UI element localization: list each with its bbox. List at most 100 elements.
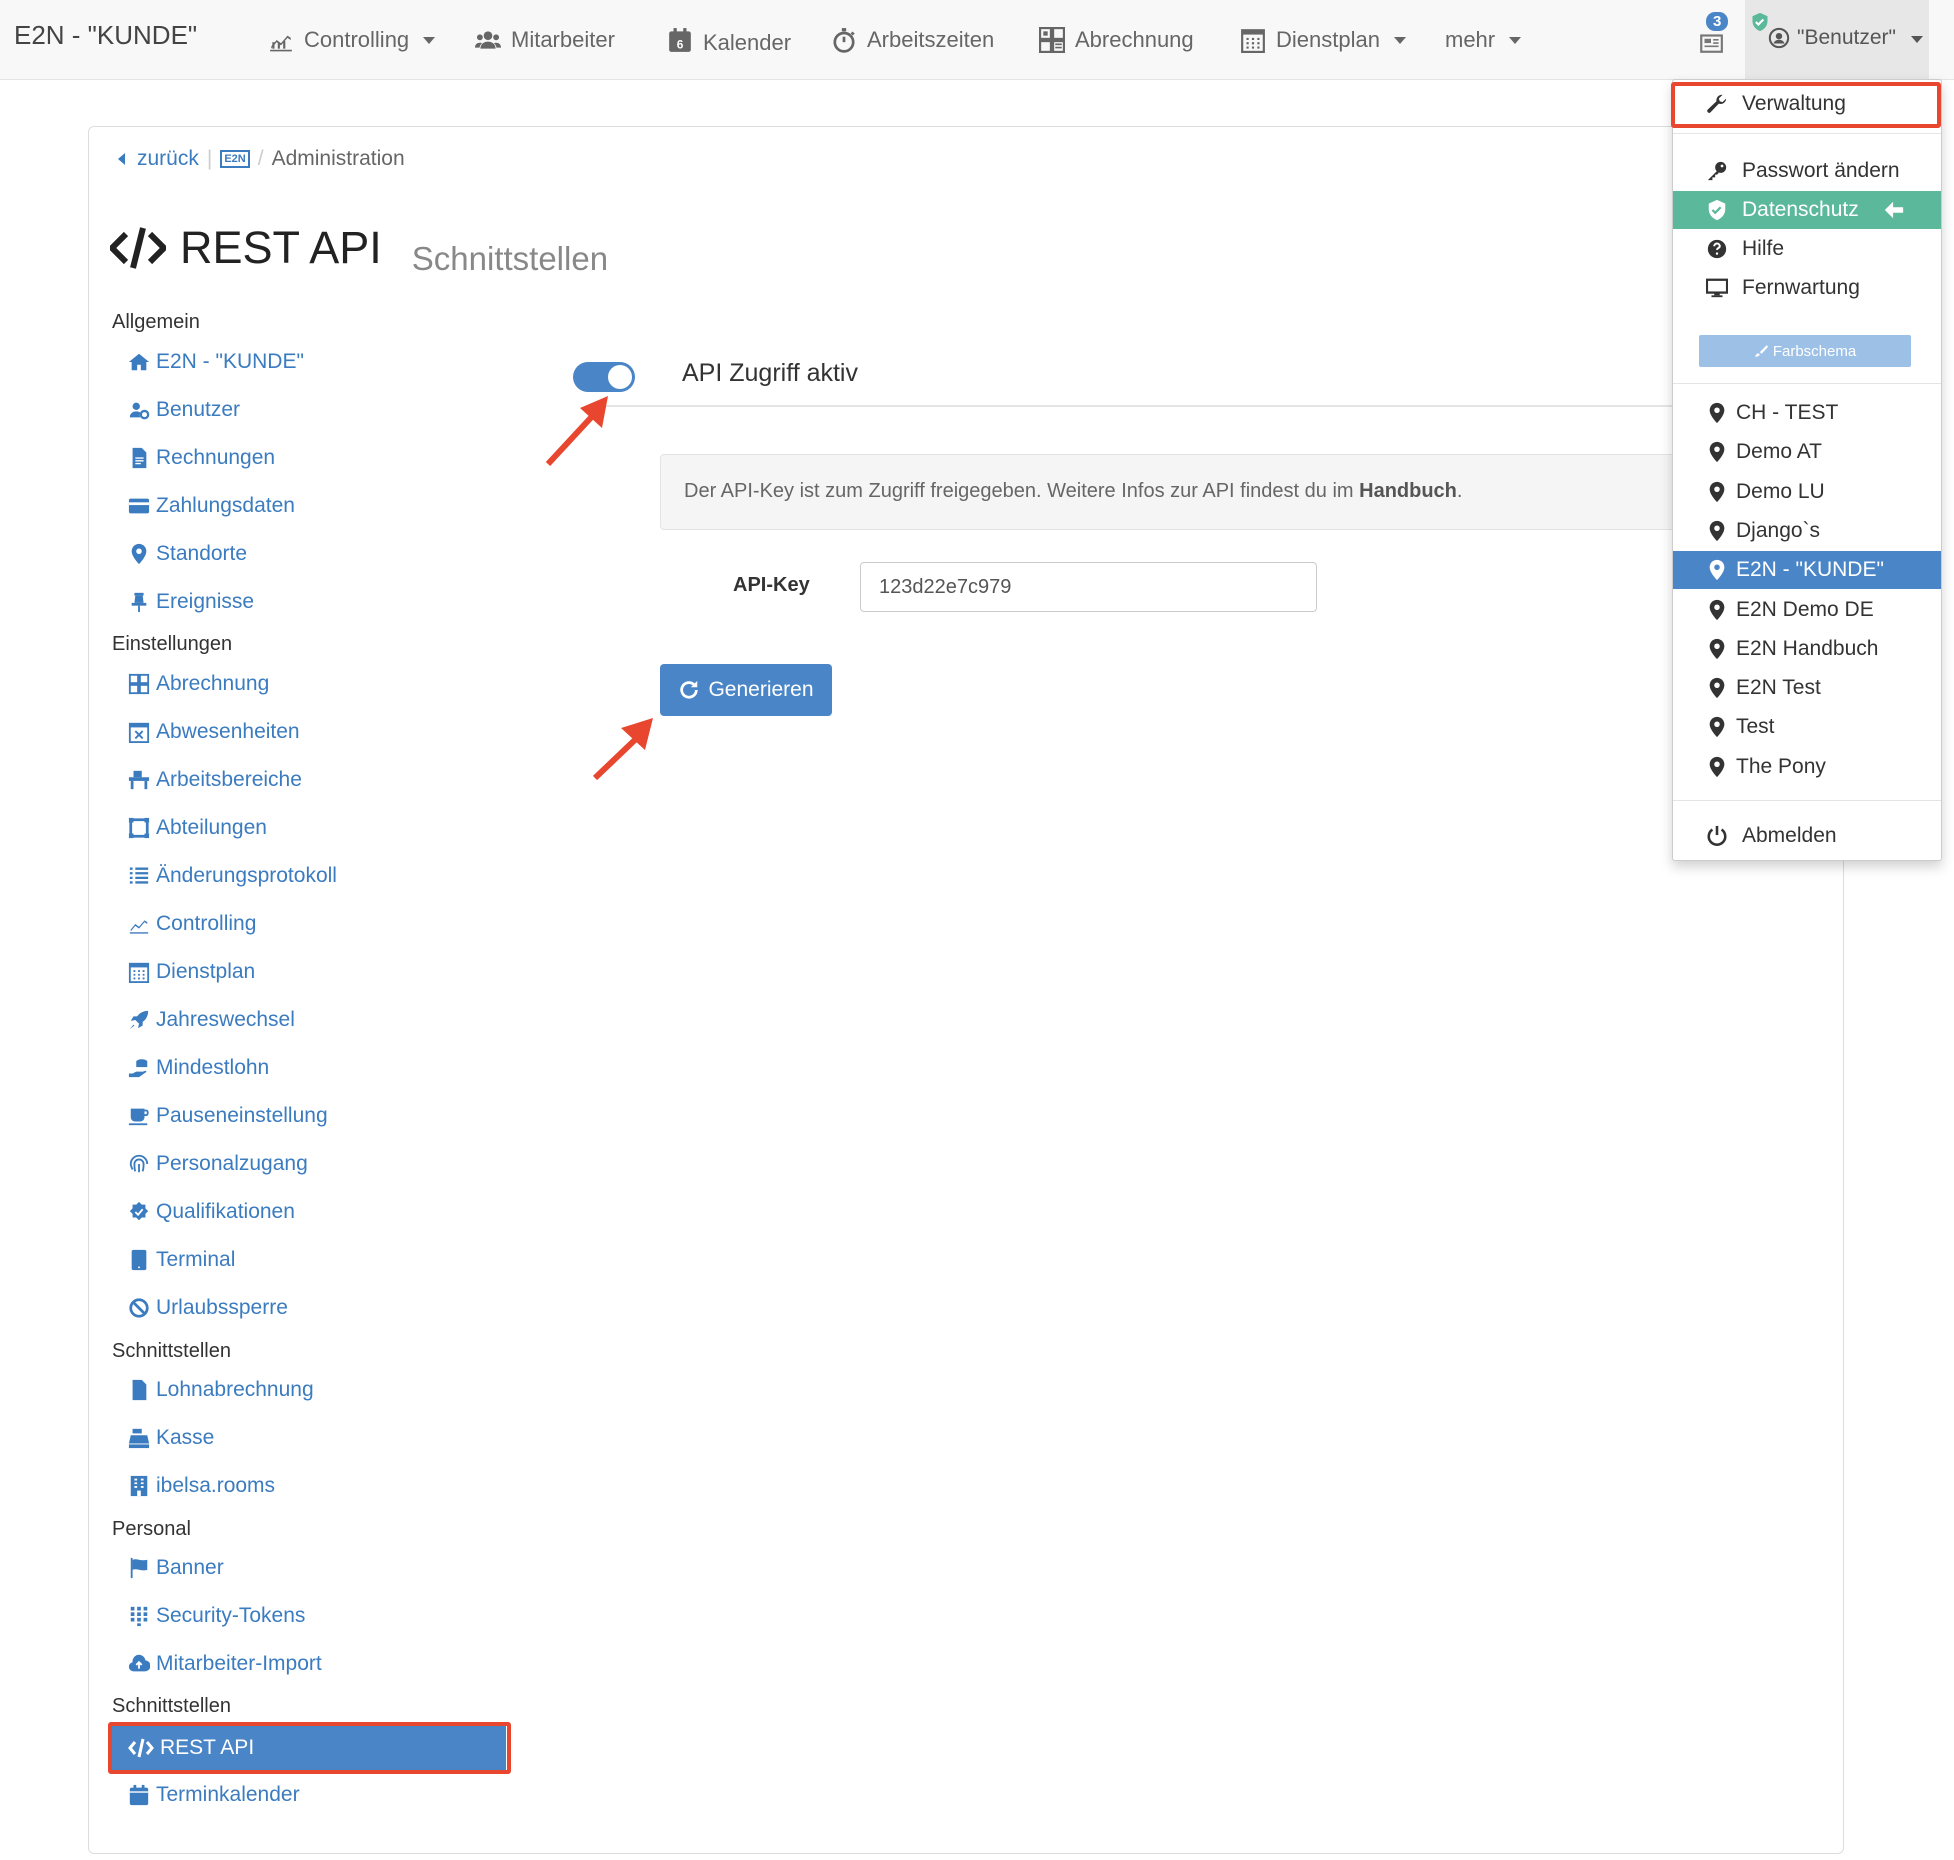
ban-icon: [128, 1297, 150, 1319]
sidebar-item-label: Abteilungen: [156, 816, 267, 839]
sidebar-item-controlling[interactable]: Controlling: [128, 912, 256, 936]
shield-check-icon: [1750, 12, 1770, 32]
sidebar-item-label: Qualifikationen: [156, 1200, 295, 1223]
sidebar-item-benutzer[interactable]: Benutzer: [128, 398, 240, 422]
chevron-down-icon: [1509, 36, 1522, 44]
sidebar-item-label: Controlling: [156, 912, 257, 935]
sidebar-item-abwesenheiten[interactable]: Abwesenheiten: [128, 720, 300, 744]
location-item[interactable]: E2N Demo DE: [1673, 591, 1941, 629]
breadcrumb-divider: |: [206, 147, 213, 170]
location-item[interactable]: E2N - "KUNDE": [1673, 551, 1941, 589]
user-menu-button[interactable]: "Benutzer": [1745, 0, 1929, 79]
sidebar-item-arbeitsbereiche[interactable]: Arbeitsbereiche: [128, 768, 302, 792]
menu-item-fernwartung[interactable]: Fernwartung: [1673, 269, 1941, 307]
sidebar-item-label: Änderungsprotokoll: [156, 864, 337, 887]
sidebar-item-dienstplan[interactable]: Dienstplan: [128, 960, 255, 984]
nav-abrechnung[interactable]: Abrechnung: [1039, 22, 1194, 58]
menu-item-label: Hilfe: [1742, 237, 1785, 260]
annotation-highlight-box: [108, 1722, 511, 1774]
sidebar-item-abteilungen[interactable]: Abteilungen: [128, 816, 267, 840]
sidebar-section-einstellungen: Einstellungen: [112, 633, 233, 655]
sidebar-item-jahreswechsel[interactable]: Jahreswechsel: [128, 1008, 295, 1032]
sidebar-item-mindestlohn[interactable]: Mindestlohn: [128, 1056, 269, 1080]
map-marker-icon: [1706, 402, 1728, 424]
sidebar-item-zahlungsdaten[interactable]: Zahlungsdaten: [128, 494, 295, 518]
sidebar-item-mitarbeiter-import[interactable]: Mitarbeiter-Import: [128, 1652, 322, 1676]
cloud-upload-icon: [128, 1653, 150, 1675]
nav-dienstplan[interactable]: Dienstplan: [1240, 22, 1406, 58]
menu-item-datenschutz[interactable]: Datenschutz: [1673, 191, 1941, 229]
sidebar-section-schnittstellen-2: Schnittstellen: [112, 1695, 231, 1717]
sidebar-section-allgemein: Allgemein: [112, 311, 200, 333]
sidebar-item-abrechnung[interactable]: Abrechnung: [128, 672, 269, 696]
divider: [1673, 800, 1941, 801]
nav-kalender[interactable]: 6 Kalender: [667, 22, 791, 58]
location-item[interactable]: E2N Handbuch: [1673, 630, 1941, 668]
back-link[interactable]: zurück: [137, 147, 199, 171]
location-item[interactable]: Demo AT: [1673, 433, 1941, 471]
sidebar-item-ereignisse[interactable]: Ereignisse: [128, 590, 254, 614]
location-item[interactable]: Demo LU: [1673, 473, 1941, 511]
sidebar-item-e2n-kunde[interactable]: E2N - "KUNDE": [128, 350, 304, 374]
refresh-icon: [678, 679, 700, 701]
location-item[interactable]: The Pony: [1673, 748, 1941, 786]
sidebar-item-urlaubssperre[interactable]: Urlaubssperre: [128, 1296, 288, 1320]
map-marker-icon: [1706, 520, 1728, 542]
sidebar-item-banner[interactable]: Banner: [128, 1556, 224, 1580]
e2n-logo[interactable]: E2N: [220, 150, 250, 168]
api-access-toggle[interactable]: [573, 362, 635, 392]
location-item[interactable]: E2N Test: [1673, 669, 1941, 707]
list-icon: [128, 865, 150, 887]
api-key-input[interactable]: [860, 562, 1317, 612]
keypad-icon: [128, 1605, 150, 1627]
nav-mehr[interactable]: mehr: [1445, 22, 1522, 58]
sidebar-item-label: Rechnungen: [156, 446, 276, 469]
location-label: CH - TEST: [1736, 401, 1839, 424]
page-title-text: REST API: [180, 222, 382, 273]
sidebar-item-label: Security-Tokens: [156, 1604, 306, 1627]
sidebar-item-label: Kasse: [156, 1426, 215, 1449]
back-chevron-icon[interactable]: [118, 153, 125, 165]
brand-title[interactable]: E2N - "KUNDE": [14, 20, 197, 51]
brush-icon: [1754, 344, 1768, 358]
sidebar-item-lohnabrechnung[interactable]: Lohnabrechnung: [128, 1378, 314, 1402]
file-icon: [128, 1379, 150, 1401]
sidebar-item-aenderungsprotokoll[interactable]: Änderungsprotokoll: [128, 864, 337, 888]
certificate-icon: [128, 1201, 150, 1223]
sidebar-item-qualifikationen[interactable]: Qualifikationen: [128, 1200, 295, 1224]
nav-controlling[interactable]: Controlling: [268, 22, 436, 58]
users-cog-icon: [128, 399, 150, 421]
sidebar-item-label: Urlaubssperre: [156, 1296, 288, 1319]
page-title: REST API Schnittstellen: [110, 222, 608, 278]
chart-icon: [268, 27, 294, 53]
sidebar-item-label: Lohnabrechnung: [156, 1378, 314, 1401]
farbschema-button[interactable]: Farbschema: [1699, 335, 1911, 367]
generate-button[interactable]: Generieren: [660, 664, 832, 716]
sidebar-item-terminkalender[interactable]: Terminkalender: [128, 1783, 300, 1807]
frame-icon: [128, 817, 150, 839]
location-label: E2N Handbuch: [1736, 637, 1879, 660]
nav-arbeitszeiten[interactable]: Arbeitszeiten: [831, 22, 994, 58]
menu-item-abmelden[interactable]: Abmelden: [1673, 817, 1941, 855]
chevron-down-icon: [1393, 36, 1406, 44]
location-item[interactable]: CH - TEST: [1673, 394, 1941, 432]
sidebar-item-standorte[interactable]: Standorte: [128, 542, 247, 566]
handbuch-link[interactable]: Handbuch: [1359, 480, 1457, 502]
location-item[interactable]: Django`s: [1673, 512, 1941, 550]
menu-item-hilfe[interactable]: Hilfe: [1673, 230, 1941, 268]
sidebar-item-kasse[interactable]: Kasse: [128, 1426, 214, 1450]
stopwatch-icon: [831, 27, 857, 53]
sidebar-item-security-tokens[interactable]: Security-Tokens: [128, 1604, 305, 1628]
location-label: E2N Test: [1736, 676, 1821, 699]
sidebar-item-pauseneinstellung[interactable]: Pauseneinstellung: [128, 1104, 328, 1128]
sidebar-item-ibelsa-rooms[interactable]: ibelsa.rooms: [128, 1474, 275, 1498]
menu-item-passwort[interactable]: Passwort ändern: [1673, 152, 1941, 190]
sidebar-item-terminal[interactable]: Terminal: [128, 1248, 235, 1272]
sidebar-item-personalzugang[interactable]: Personalzugang: [128, 1152, 308, 1176]
flag-icon: [128, 1557, 150, 1579]
credit-card-icon: [128, 495, 150, 517]
sidebar-item-label: Standorte: [156, 542, 248, 565]
sidebar-item-rechnungen[interactable]: Rechnungen: [128, 446, 275, 470]
nav-mitarbeiter[interactable]: Mitarbeiter: [475, 22, 615, 58]
location-item[interactable]: Test: [1673, 708, 1941, 746]
